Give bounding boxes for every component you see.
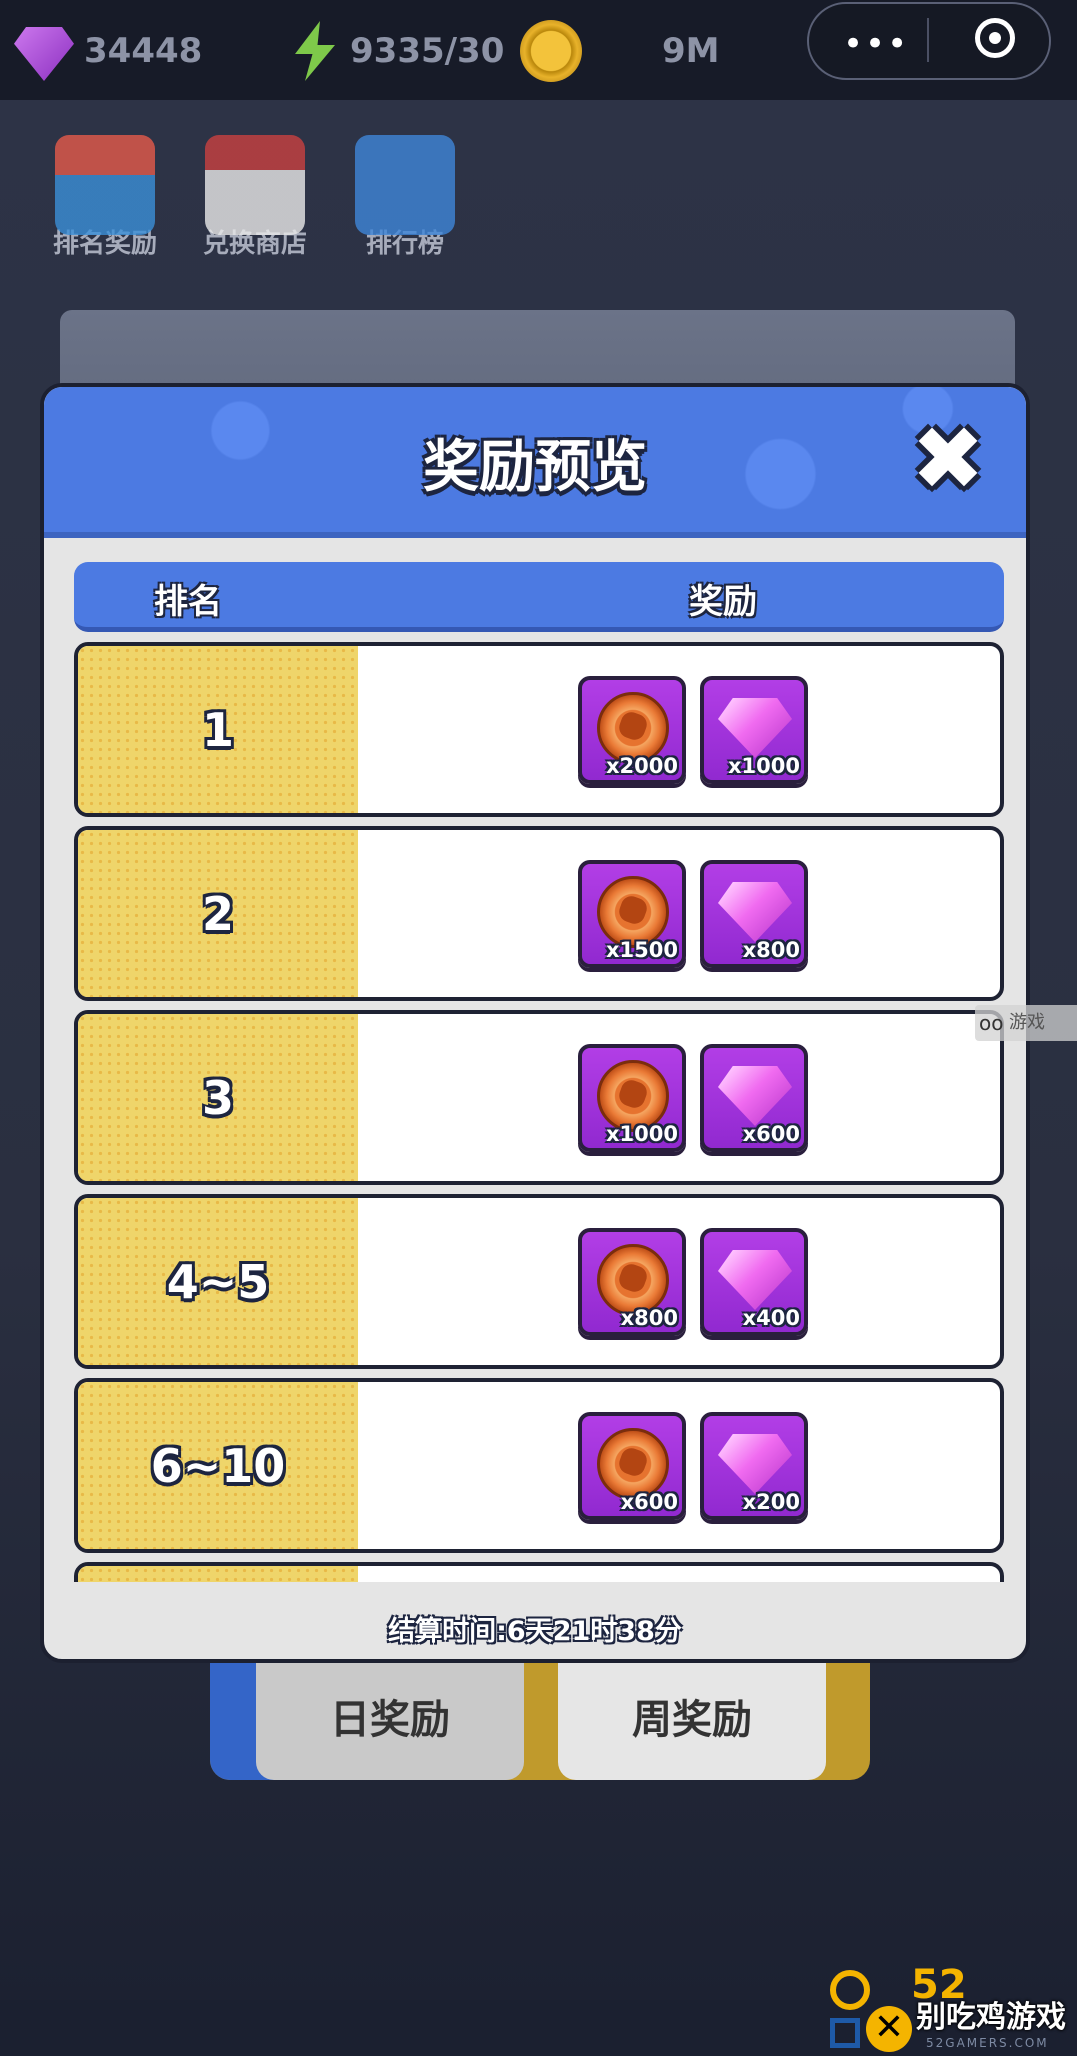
reward-table[interactable]: 1 x2000 x1000 2 x1500 x800 3 x1000 x600 … <box>74 642 1004 1582</box>
table-row: 2 x1500 x800 <box>74 826 1004 1001</box>
rank-cell: 2 <box>78 830 358 997</box>
gem-icon <box>718 1434 792 1494</box>
coin-reward[interactable]: x1500 <box>578 860 686 968</box>
column-reward-header: 奖励 <box>689 582 757 622</box>
coin-reward[interactable]: x600 <box>578 1412 686 1520</box>
tab-daily-reward[interactable]: 日奖励 <box>256 1660 524 1780</box>
coin-quantity: x2000 <box>606 754 678 778</box>
table-row: 4~5 x800 x400 <box>74 1194 1004 1369</box>
gem-reward[interactable]: x600 <box>700 1044 808 1152</box>
rank-label: 3 <box>201 1070 234 1125</box>
close-button[interactable]: ✖ <box>908 407 988 510</box>
gem-icon <box>718 1250 792 1310</box>
gem-reward[interactable]: x1000 <box>700 676 808 784</box>
gem-icon <box>14 27 74 81</box>
rank-cell <box>78 1566 358 1582</box>
rank-reward-button[interactable]: 排名奖励 <box>40 135 170 260</box>
coin-counter: 9M <box>520 18 720 84</box>
site-watermark: 游戏 <box>975 1005 1077 1041</box>
gem-icon <box>718 882 792 942</box>
coin-quantity: x600 <box>620 1490 678 1514</box>
gem-icon <box>718 1066 792 1126</box>
resource-bar: 34448 9335/30 9M ••• <box>0 0 1077 100</box>
table-header: 排名 奖励 <box>74 562 1004 632</box>
gem-quantity: x600 <box>742 1122 800 1146</box>
rank-label: 4~5 <box>166 1254 270 1309</box>
more-menu-icon[interactable]: ••• <box>843 24 909 64</box>
table-row-partial <box>74 1562 1004 1582</box>
gift-icon <box>55 135 155 235</box>
table-row: 3 x1000 x600 <box>74 1010 1004 1185</box>
energy-counter: 9335/30 <box>290 18 504 84</box>
gem-quantity: x800 <box>742 938 800 962</box>
lightning-icon <box>295 21 335 81</box>
rank-cell: 3 <box>78 1014 358 1181</box>
gem-quantity: x200 <box>742 1490 800 1514</box>
coin-reward[interactable]: x1000 <box>578 1044 686 1152</box>
table-row: 1 x2000 x1000 <box>74 642 1004 817</box>
reward-preview-dialog: 奖励预览 ✖ 排名 奖励 1 x2000 x1000 2 x1500 x800 … <box>40 383 1030 1663</box>
rank-cell: 6~10 <box>78 1382 358 1549</box>
coin-quantity: x1000 <box>606 1122 678 1146</box>
table-row: 6~10 x600 x200 <box>74 1378 1004 1553</box>
gem-quantity: x400 <box>742 1306 800 1330</box>
close-miniprogram-icon[interactable] <box>975 18 1015 58</box>
gem-quantity: x1000 <box>728 754 800 778</box>
gem-count: 34448 <box>84 31 203 71</box>
rank-label: 1 <box>201 702 234 757</box>
circle-logo-icon <box>830 1970 870 2010</box>
coin-quantity: x800 <box>620 1306 678 1330</box>
gem-icon <box>718 698 792 758</box>
coin-count: 9M <box>662 31 720 71</box>
rank-cell: 1 <box>78 646 358 813</box>
tab-weekly-reward[interactable]: 周奖励 <box>558 1660 826 1780</box>
watermark-brand: 别吃鸡游戏 <box>916 2000 1066 2035</box>
x-logo-icon: ✕ <box>866 2006 912 2052</box>
gem-reward[interactable]: x800 <box>700 860 808 968</box>
rank-cell: 4~5 <box>78 1198 358 1365</box>
dialog-title: 奖励预览 <box>423 435 647 500</box>
watermark-domain: 52GAMERS.COM <box>926 2036 1049 2050</box>
gem-reward[interactable]: x400 <box>700 1228 808 1336</box>
gem-reward[interactable]: x200 <box>700 1412 808 1520</box>
coin-reward[interactable]: x2000 <box>578 676 686 784</box>
rank-label: 6~10 <box>150 1438 286 1493</box>
brand-watermark: ✕ 52 别吃鸡游戏 52GAMERS.COM <box>826 1962 1077 2056</box>
coin-quantity: x1500 <box>606 938 678 962</box>
exchange-shop-button[interactable]: 兑换商店 <box>190 135 320 260</box>
column-rank-header: 排名 <box>154 582 222 622</box>
site-watermark-text: 游戏 <box>1009 1012 1045 1033</box>
energy-count: 9335/30 <box>350 31 505 71</box>
miniprogram-capsule: ••• <box>807 2 1051 80</box>
coin-reward[interactable]: x800 <box>578 1228 686 1336</box>
capsule-divider <box>927 18 929 62</box>
coin-icon <box>520 20 582 82</box>
trophy-icon <box>355 135 455 235</box>
gem-counter: 34448 <box>14 18 202 84</box>
leaderboard-button[interactable]: 排行榜 <box>340 135 470 260</box>
square-logo-icon <box>830 2018 860 2048</box>
shop-icon <box>205 135 305 235</box>
dialog-header: 奖励预览 ✖ <box>44 387 1026 538</box>
close-icon: ✖ <box>911 407 985 510</box>
settlement-time: 结算时间:6天21时38分 <box>388 1616 682 1647</box>
rank-label: 2 <box>201 886 234 941</box>
